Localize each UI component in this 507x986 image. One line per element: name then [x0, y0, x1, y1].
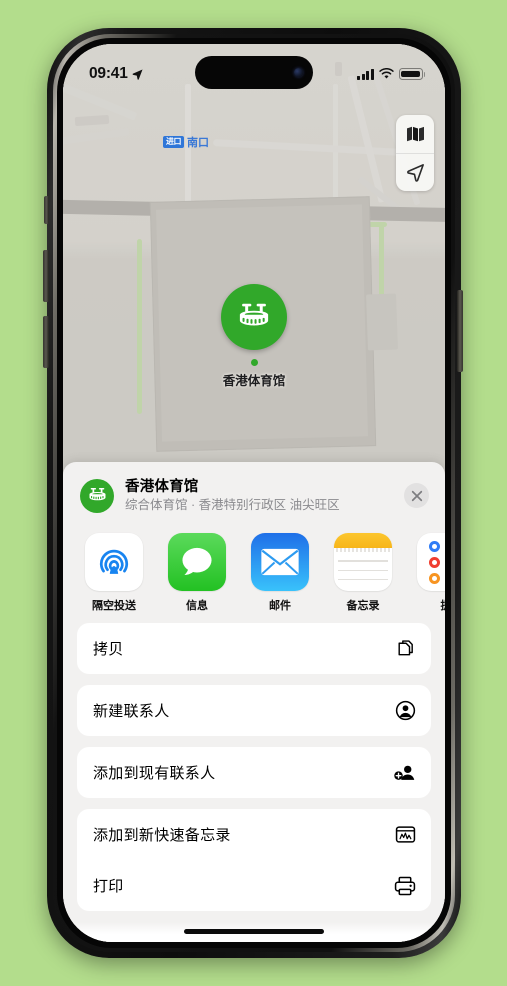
airdrop-icon [85, 533, 143, 592]
entrance-badge: 进口 [163, 136, 184, 148]
action-row-quick-note[interactable]: 添加到新快速备忘录 [77, 809, 431, 860]
reminders-dot-blue [429, 540, 440, 552]
action-label: 新建联系人 [93, 703, 170, 721]
action-group: 添加到现有联系人 [77, 747, 431, 799]
notes-icon-line [338, 560, 388, 562]
messages-icon [168, 533, 226, 592]
volume-up-button[interactable] [43, 250, 49, 302]
share-app-label: 提 [417, 597, 446, 613]
quick-note-icon [395, 825, 416, 844]
action-label: 打印 [93, 878, 124, 896]
power-button[interactable] [457, 290, 463, 372]
share-actions-list: 拷贝 新建联系人 添加到现有联系人 添加到新快速备忘录 打印 [63, 623, 445, 912]
volume-down-button[interactable] [43, 316, 49, 368]
silent-switch-button[interactable] [44, 196, 49, 224]
stadium-icon [239, 303, 269, 326]
notes-icon-line [338, 569, 388, 571]
notes-icon-header [334, 533, 392, 549]
mail-icon [251, 533, 309, 592]
front-camera-icon [294, 68, 303, 77]
action-label: 拷贝 [93, 641, 124, 659]
share-app-messages[interactable]: 信息 [168, 533, 226, 613]
share-app-airdrop[interactable]: 隔空投送 [85, 533, 143, 613]
share-sheet-title: 香港体育馆 [125, 479, 199, 495]
cellular-bars-icon [357, 68, 374, 80]
action-row-new-contact[interactable]: 新建联系人 [77, 685, 431, 736]
map-entrance-label: 进口 南口 [163, 134, 209, 150]
map-controls[interactable] [396, 115, 434, 191]
wifi-icon [379, 68, 394, 79]
battery-icon [399, 68, 426, 80]
action-group: 拷贝 [77, 623, 431, 675]
map-pin[interactable] [221, 284, 287, 350]
home-indicator[interactable] [184, 929, 324, 934]
stadium-icon [89, 488, 105, 501]
notes-icon-line [338, 578, 388, 581]
share-sheet: 香港体育馆 综合体育馆 · 香港特别行政区 油尖旺区 隔空投送 信息 邮件 备忘… [63, 462, 445, 942]
share-app-mail[interactable]: 邮件 [251, 533, 309, 613]
action-group: 新建联系人 [77, 685, 431, 737]
current-location-button[interactable] [396, 153, 434, 191]
person-circle-icon [395, 700, 416, 721]
reminders-icon [417, 533, 445, 592]
notes-icon-perforation [334, 548, 392, 553]
share-app-label: 隔空投送 [92, 600, 136, 613]
share-app-notes[interactable]: 备忘录 [334, 533, 392, 613]
screenshot-stage: 进口 南口 香港体育馆 09:41 香港体育馆 综合体育馆 · 香港特别行政区 … [0, 0, 507, 986]
status-bar-right [357, 68, 426, 80]
close-button[interactable] [404, 483, 429, 509]
dynamic-island [195, 56, 313, 89]
reminders-dot-red [429, 556, 440, 568]
action-label: 添加到现有联系人 [93, 765, 216, 783]
reminders-dot-orange [429, 572, 440, 584]
location-arrow-icon [132, 69, 143, 80]
phone-screen: 进口 南口 香港体育馆 09:41 香港体育馆 综合体育馆 · 香港特别行政区 … [63, 44, 445, 942]
share-sheet-header: 香港体育馆 综合体育馆 · 香港特别行政区 油尖旺区 [63, 462, 445, 527]
map-pin-anchor-dot [250, 359, 258, 366]
printer-icon [394, 876, 416, 896]
share-app-label: 邮件 [269, 600, 291, 613]
share-app-label: 信息 [186, 600, 208, 613]
copy-icon [395, 638, 416, 659]
close-icon [411, 490, 422, 501]
entrance-name: 南口 [187, 137, 209, 149]
map-pin-group[interactable]: 香港体育馆 [63, 284, 445, 389]
share-app-reminders[interactable]: 提 [417, 533, 445, 613]
action-row-add-existing-contact[interactable]: 添加到现有联系人 [77, 747, 431, 798]
share-apps-row[interactable]: 隔空投送 信息 邮件 备忘录 [63, 527, 445, 623]
share-sheet-subtitle: 综合体育馆 · 香港特别行政区 油尖旺区 [125, 498, 340, 513]
place-avatar [80, 478, 114, 513]
notes-icon [334, 533, 392, 592]
status-bar-left: 09:41 [89, 65, 144, 83]
share-app-label: 备忘录 [346, 600, 380, 613]
share-sheet-text: 香港体育馆 综合体育馆 · 香港特别行政区 油尖旺区 [125, 478, 393, 513]
action-row-print[interactable]: 打印 [77, 860, 431, 911]
map-layers-button[interactable] [396, 115, 434, 153]
status-bar-time: 09:41 [89, 65, 128, 82]
action-row-copy[interactable]: 拷贝 [77, 623, 431, 674]
person-add-icon [393, 762, 416, 783]
map-pin-label: 香港体育馆 [222, 374, 286, 388]
action-label: 添加到新快速备忘录 [93, 827, 231, 845]
action-group: 添加到新快速备忘录 打印 [77, 809, 431, 912]
